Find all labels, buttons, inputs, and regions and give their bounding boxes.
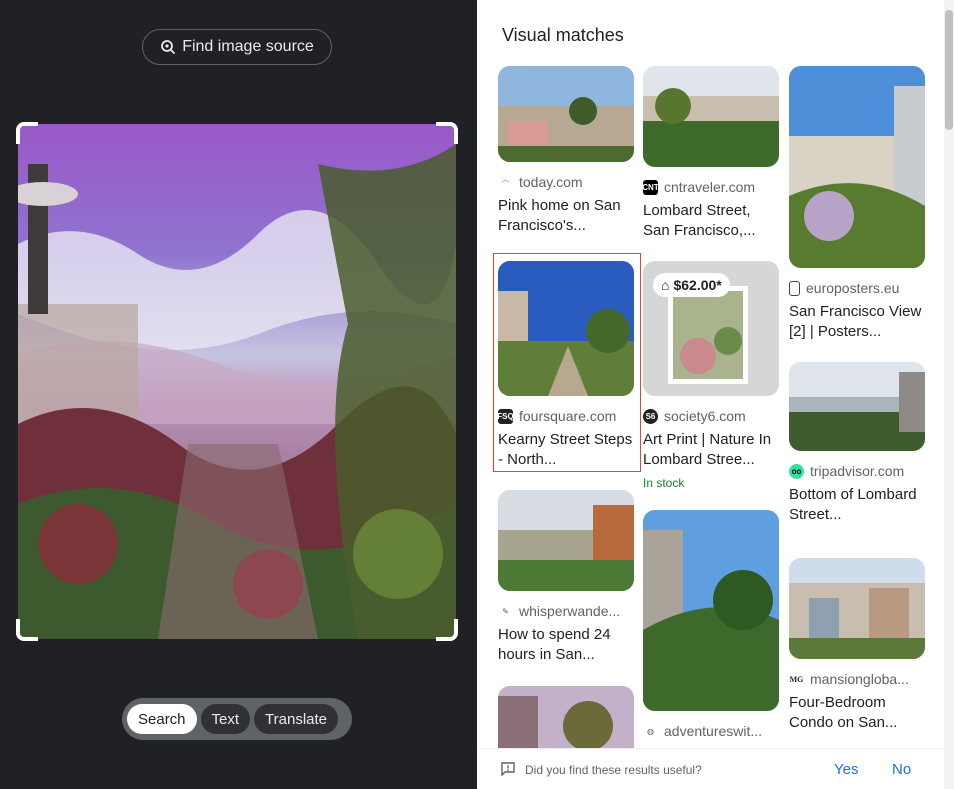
mg-icon: MG [789,674,804,684]
feedback-bar: Did you find these results useful? Yes N… [477,748,944,789]
result-card[interactable]: ◠ today.com Pink home on San Francisco's… [498,66,634,236]
mode-switcher: Search Text Translate [122,698,352,740]
result-title[interactable]: Four-Bedroom Condo on San... [789,693,925,733]
mode-translate-button[interactable]: Translate [254,704,339,734]
result-card[interactable] [498,686,634,748]
result-thumbnail[interactable] [498,686,634,748]
left-pane: Find image source Search Text Translate [0,0,477,789]
scrollbar-thumb[interactable] [945,10,953,130]
query-image[interactable] [18,124,456,639]
result-thumbnail[interactable] [789,362,925,451]
result-card[interactable]: oo tripadvisor.com Bottom of Lombard Str… [789,362,925,525]
feedback-icon [501,762,515,776]
tripadvisor-icon: oo [789,463,804,479]
result-thumbnail[interactable] [498,490,634,591]
result-thumbnail[interactable] [643,510,779,711]
result-card[interactable]: FSQ foursquare.com Kearny Street Steps -… [498,261,634,470]
crop-corner-top-right[interactable] [436,122,458,144]
result-card[interactable]: ✎ whisperwande... How to spend 24 hours … [498,490,634,665]
result-source: ◠ today.com [498,174,634,190]
result-source: FSQ foursquare.com [498,408,617,424]
result-thumbnail[interactable] [789,558,925,659]
result-source: CNT cntraveler.com [643,179,756,195]
lens-search-icon [161,40,176,55]
result-source: europosters.eu [789,280,925,296]
crop-corner-bottom-right[interactable] [436,619,458,641]
result-thumbnail[interactable] [498,66,634,162]
phone-icon [789,280,800,296]
result-thumbnail[interactable] [789,66,925,268]
feedback-no-button[interactable]: No [892,761,911,778]
mode-search-button[interactable]: Search [127,704,197,734]
result-title[interactable]: Kearny Street Steps - North... [498,430,634,470]
result-source: MG mansiongloba... [789,671,909,687]
mode-text-button[interactable]: Text [200,704,251,734]
find-image-source-label: Find image source [182,38,314,55]
result-card[interactable]: europosters.eu San Francisco View [2] | … [789,66,925,342]
cnt-icon: CNT [643,179,659,195]
results-pane: Visual matches ◠ today.com Pink home on … [477,0,954,789]
result-card[interactable]: MG mansiongloba... Four-Bedroom Condo on… [789,558,925,733]
results-scrollbar[interactable] [944,0,954,789]
result-title[interactable]: Pink home on San Francisco's... [498,196,634,236]
result-title[interactable]: Bottom of Lombard Street... [789,485,925,525]
result-card[interactable]: ◍ adventureswit... [643,510,779,739]
result-title[interactable]: Lombard Street, San Francisco,... [643,201,779,241]
crop-corner-bottom-left[interactable] [16,619,38,641]
result-thumbnail[interactable] [643,66,779,167]
stock-status: In stock [643,476,685,490]
foursquare-icon: FSQ [498,408,514,424]
result-title[interactable]: Art Print | Nature In Lombard Stree... [643,430,779,470]
price-tag-icon: ⌂ [661,277,670,293]
feedback-yes-button[interactable]: Yes [834,761,858,778]
result-card[interactable]: ⌂ $62.00* S6 society6.com Art Print | Na… [643,261,779,490]
s6-icon: S6 [643,408,658,424]
globe-icon: ◍ [647,726,654,736]
visual-matches-heading: Visual matches [502,25,624,45]
price-badge: ⌂ $62.00* [653,273,730,297]
result-source: ✎ whisperwande... [498,603,634,619]
result-card[interactable]: CNT cntraveler.com Lombard Street, San F… [643,66,779,241]
feedback-question: Did you find these results useful? [525,763,702,777]
result-thumbnail[interactable] [498,261,634,396]
result-thumbnail[interactable]: ⌂ $62.00* [643,261,779,396]
result-title[interactable]: San Francisco View [2] | Posters... [789,302,925,342]
result-title[interactable]: How to spend 24 hours in San... [498,625,634,665]
rainbow-icon: ◠ [502,177,509,187]
find-image-source-button[interactable]: Find image source [142,29,332,65]
result-source: S6 society6.com [643,408,779,424]
feather-icon: ✎ [502,606,509,616]
result-source: ◍ adventureswit... [643,723,779,739]
crop-corner-top-left[interactable] [16,122,38,144]
result-source: oo tripadvisor.com [789,463,925,479]
